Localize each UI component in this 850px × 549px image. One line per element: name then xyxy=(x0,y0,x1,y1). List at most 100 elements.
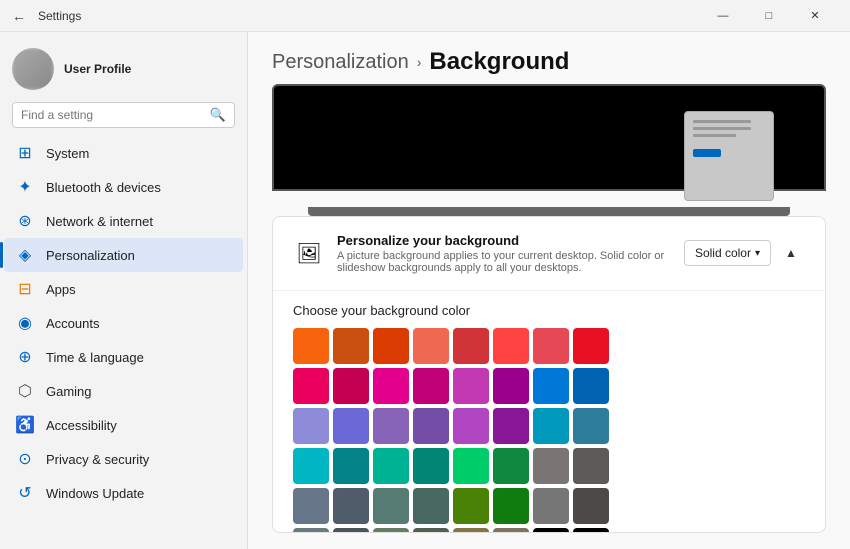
privacy-nav-icon: ⊙ xyxy=(16,450,34,468)
color-swatch-5-1[interactable] xyxy=(333,528,369,533)
sidebar-item-windows-update[interactable]: ↺Windows Update xyxy=(4,476,243,510)
titlebar-left: ← Settings xyxy=(12,8,81,24)
color-swatch-0-2[interactable] xyxy=(373,328,409,364)
color-swatch-2-5[interactable] xyxy=(493,408,529,444)
system-nav-icon: ⊞ xyxy=(16,144,34,162)
color-swatch-1-4[interactable] xyxy=(453,368,489,404)
color-swatch-0-5[interactable] xyxy=(493,328,529,364)
window-controls: — □ ✕ xyxy=(700,0,838,32)
color-swatch-1-1[interactable] xyxy=(333,368,369,404)
color-swatch-4-6[interactable] xyxy=(533,488,569,524)
color-swatch-3-1[interactable] xyxy=(333,448,369,484)
preview-line-1 xyxy=(693,120,751,123)
color-swatch-4-7[interactable] xyxy=(573,488,609,524)
color-swatch-2-0[interactable] xyxy=(293,408,329,444)
sidebar-item-label-personalization: Personalization xyxy=(46,248,135,263)
color-swatch-3-2[interactable] xyxy=(373,448,409,484)
sidebar-item-time[interactable]: ⊕Time & language xyxy=(4,340,243,374)
titlebar-title: Settings xyxy=(38,9,81,23)
preview-button xyxy=(693,149,721,157)
color-swatch-4-1[interactable] xyxy=(333,488,369,524)
sidebar-item-label-bluetooth: Bluetooth & devices xyxy=(46,180,161,195)
search-input[interactable] xyxy=(21,108,204,122)
sidebar-item-accessibility[interactable]: ♿Accessibility xyxy=(4,408,243,442)
main-content: Personalization › Background 🖼 Personali… xyxy=(248,32,850,549)
color-row-3 xyxy=(293,448,805,484)
color-row-0 xyxy=(293,328,805,364)
sidebar-item-label-privacy: Privacy & security xyxy=(46,452,149,467)
color-swatch-0-6[interactable] xyxy=(533,328,569,364)
color-swatch-0-4[interactable] xyxy=(453,328,489,364)
panel-icon: 🖼 xyxy=(293,237,325,269)
minimize-button[interactable]: — xyxy=(700,0,746,32)
color-swatch-1-3[interactable] xyxy=(413,368,449,404)
color-swatch-4-0[interactable] xyxy=(293,488,329,524)
color-swatch-5-7[interactable] xyxy=(573,528,609,533)
color-swatch-1-0[interactable] xyxy=(293,368,329,404)
chevron-up-icon: ▲ xyxy=(785,246,797,260)
color-swatch-5-4[interactable] xyxy=(453,528,489,533)
apps-nav-icon: ⊟ xyxy=(16,280,34,298)
sidebar: User Profile 🔍 ⊞System✦Bluetooth & devic… xyxy=(0,32,248,549)
sidebar-item-network[interactable]: ⊛ Network & internet xyxy=(4,204,243,238)
color-swatch-5-3[interactable] xyxy=(413,528,449,533)
color-swatch-0-3[interactable] xyxy=(413,328,449,364)
close-button[interactable]: ✕ xyxy=(792,0,838,32)
color-swatch-1-7[interactable] xyxy=(573,368,609,404)
color-swatch-5-2[interactable] xyxy=(373,528,409,533)
color-swatch-3-3[interactable] xyxy=(413,448,449,484)
breadcrumb-parent: Personalization xyxy=(272,51,409,74)
sidebar-item-system[interactable]: ⊞ System xyxy=(4,136,243,170)
preview-window xyxy=(684,111,774,201)
sidebar-item-accounts[interactable]: ◉Accounts xyxy=(4,306,243,340)
panel-description: A picture background applies to your cur… xyxy=(337,250,672,274)
color-swatch-2-1[interactable] xyxy=(333,408,369,444)
accounts-nav-icon: ◉ xyxy=(16,314,34,332)
color-swatch-5-5[interactable] xyxy=(493,528,529,533)
color-swatch-1-5[interactable] xyxy=(493,368,529,404)
color-swatch-4-2[interactable] xyxy=(373,488,409,524)
sidebar-item-apps[interactable]: ⊟Apps xyxy=(4,272,243,306)
color-swatch-4-5[interactable] xyxy=(493,488,529,524)
color-swatch-3-5[interactable] xyxy=(493,448,529,484)
color-swatch-4-4[interactable] xyxy=(453,488,489,524)
sidebar-item-label-system: System xyxy=(46,146,89,161)
sidebar-item-bluetooth[interactable]: ✦ Bluetooth & devices xyxy=(4,170,243,204)
back-button[interactable]: ← xyxy=(12,8,26,24)
preview-line-2 xyxy=(693,127,751,130)
sidebar-item-gaming[interactable]: ⬡Gaming xyxy=(4,374,243,408)
background-dropdown[interactable]: Solid color ▾ xyxy=(684,240,771,266)
nav-list: ⊞ System ✦ Bluetooth & devices ⊛ Network & in… xyxy=(0,136,247,510)
color-swatch-3-4[interactable] xyxy=(453,448,489,484)
network-nav-icon: ⊛ xyxy=(16,212,34,230)
color-swatch-2-2[interactable] xyxy=(373,408,409,444)
color-swatch-1-6[interactable] xyxy=(533,368,569,404)
color-swatch-1-2[interactable] xyxy=(373,368,409,404)
color-swatch-3-7[interactable] xyxy=(573,448,609,484)
color-swatch-5-0[interactable] xyxy=(293,528,329,533)
expand-button[interactable]: ▲ xyxy=(777,239,805,267)
avatar xyxy=(12,48,54,90)
color-swatch-3-0[interactable] xyxy=(293,448,329,484)
monitor-stand xyxy=(308,207,790,216)
color-swatch-2-6[interactable] xyxy=(533,408,569,444)
color-swatch-0-1[interactable] xyxy=(333,328,369,364)
color-swatch-2-3[interactable] xyxy=(413,408,449,444)
color-swatch-3-6[interactable] xyxy=(533,448,569,484)
gaming-nav-icon: ⬡ xyxy=(16,382,34,400)
search-icon: 🔍 xyxy=(210,107,226,123)
color-swatch-4-3[interactable] xyxy=(413,488,449,524)
color-swatch-5-6[interactable] xyxy=(533,528,569,533)
color-swatch-0-7[interactable] xyxy=(573,328,609,364)
color-swatch-0-0[interactable] xyxy=(293,328,329,364)
personalize-row: 🖼 Personalize your background A picture … xyxy=(273,217,825,291)
sidebar-item-privacy[interactable]: ⊙ Privacy & security xyxy=(4,442,243,476)
bluetooth-nav-icon: ✦ xyxy=(16,178,34,196)
maximize-button[interactable]: □ xyxy=(746,0,792,32)
sidebar-item-label-network: Network & internet xyxy=(46,214,153,229)
color-row-2 xyxy=(293,408,805,444)
color-swatch-2-7[interactable] xyxy=(573,408,609,444)
sidebar-item-personalization[interactable]: ◈Personalization xyxy=(4,238,243,272)
color-swatch-2-4[interactable] xyxy=(453,408,489,444)
search-box[interactable]: 🔍 xyxy=(12,102,235,128)
